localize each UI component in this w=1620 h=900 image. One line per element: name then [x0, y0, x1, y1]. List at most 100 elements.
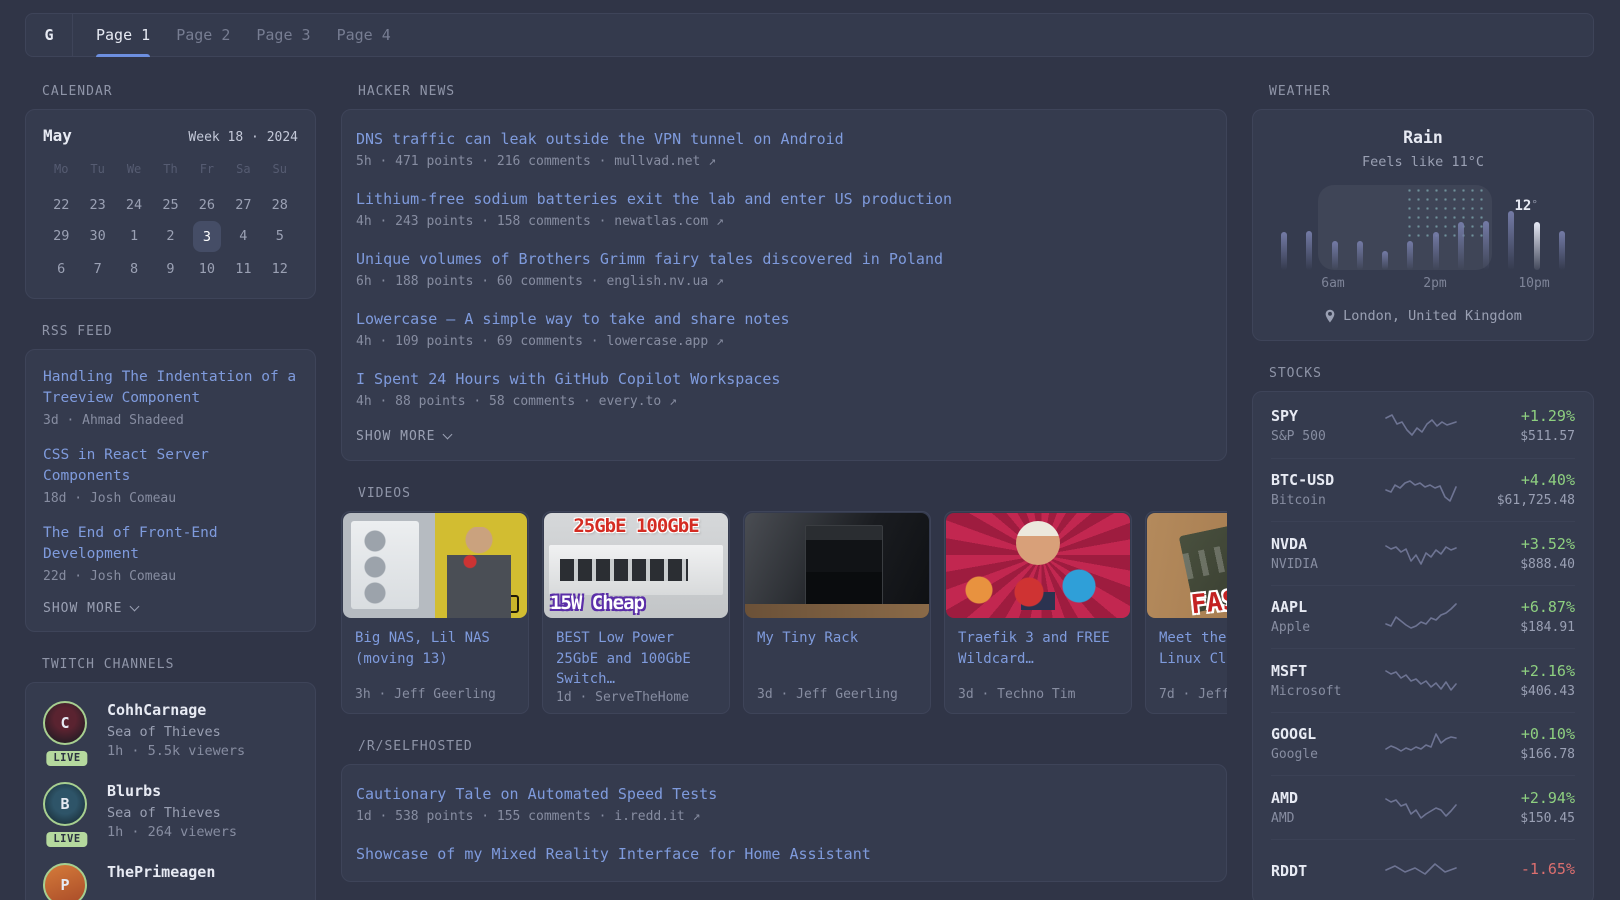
stock-price: $61,725.48: [1496, 493, 1575, 509]
video-card[interactable]: LIL NAS Big NAS, Lil NAS (moving 13) 3h …: [341, 511, 529, 714]
dashboard-page: G Page 1 Page 2 Page 3 Page 4 CALENDAR M…: [0, 0, 1620, 900]
stock-change-percent: -1.65%: [1520, 859, 1575, 878]
right-column: WEATHER Rain Feels like 11°C 12° 6am 2pm…: [1252, 84, 1594, 900]
stock-id: NVDA NVIDIA: [1271, 535, 1385, 572]
stock-row[interactable]: AAPL Apple +6.87% $184.91: [1271, 584, 1575, 649]
hn-show-more-button[interactable]: SHOW MORE: [356, 429, 1212, 444]
rss-item-link[interactable]: Handling The Indentation of a Treeview C…: [43, 367, 298, 409]
hn-item-link[interactable]: DNS traffic can leak outside the VPN tun…: [356, 129, 1212, 150]
hn-item-link[interactable]: Unique volumes of Brothers Grimm fairy t…: [356, 249, 1212, 270]
stock-price: $888.40: [1520, 556, 1575, 572]
video-meta: 7d · Jeff: [1159, 687, 1227, 702]
weather-bar: [1407, 241, 1414, 270]
calendar-weekday: Sa: [236, 162, 251, 176]
stock-row[interactable]: NVDA NVIDIA +3.52% $888.40: [1271, 521, 1575, 585]
stock-row[interactable]: GOOGL Google +0.10% $166.78: [1271, 711, 1575, 776]
video-title-link[interactable]: Meet the Linux Clu: [1159, 628, 1227, 669]
weather-bar: [1356, 241, 1363, 270]
video-card-body: My Tiny Rack 3d · Jeff Geerling: [744, 619, 930, 713]
video-card[interactable]: My Tiny Rack 3d · Jeff Geerling: [743, 511, 931, 714]
calendar-day: 25: [162, 196, 179, 213]
twitch-channel-info: ThePrimeagen: [107, 863, 215, 900]
hn-item: Lithium-free sodium batteries exit the l…: [356, 189, 1212, 229]
weather-section: WEATHER Rain Feels like 11°C 12° 6am 2pm…: [1252, 84, 1594, 341]
stock-id: GOOGL Google: [1271, 725, 1385, 762]
rss-item-link[interactable]: CSS in React Server Components: [43, 445, 298, 487]
calendar-day: 2: [166, 227, 175, 244]
weather-widget: Rain Feels like 11°C 12° 6am 2pm 10pm Lo…: [1252, 109, 1594, 341]
hacker-news-section-label: HACKER NEWS: [358, 84, 456, 99]
weather-bar: [1281, 231, 1287, 270]
stock-id: AMD AMD: [1271, 789, 1385, 826]
page-tab[interactable]: Page 1: [96, 14, 151, 57]
video-card[interactable]: 25GbE 100GbE 15W Cheap BEST Low Power 25…: [542, 511, 730, 714]
page-tab[interactable]: Page 2: [176, 14, 230, 56]
twitch-channel-row[interactable]: P ThePrimeagen: [43, 863, 298, 900]
video-meta: 3d · Techno Tim: [958, 687, 1076, 702]
stock-ticker: BTC-USD: [1271, 471, 1335, 490]
hn-item: DNS traffic can leak outside the VPN tun…: [356, 129, 1212, 169]
reddit-item-meta: 1d · 538 points · 155 comments · i.redd.…: [356, 809, 701, 824]
page-tab-label: Page 3: [256, 26, 311, 44]
thumbnail-overlay-text-bottom: LIL NAS: [452, 595, 519, 613]
rss-section: RSS FEED Handling The Indentation of a T…: [25, 324, 316, 632]
stock-row[interactable]: BTC-USD Bitcoin +4.40% $61,725.48: [1271, 457, 1575, 522]
stock-company-name: Google: [1271, 747, 1318, 763]
video-title-link[interactable]: My Tiny Rack: [757, 628, 917, 649]
stock-values: +4.40% $61,725.48: [1463, 471, 1575, 508]
calendar-day: 27: [235, 196, 252, 213]
video-title-link[interactable]: Traefik 3 and FREE Wildcard…: [958, 628, 1118, 669]
video-title-link[interactable]: Big NAS, Lil NAS (moving 13): [355, 628, 515, 669]
weather-bar: [1558, 230, 1565, 270]
hn-item-link[interactable]: Lowercase – A simple way to take and sha…: [356, 309, 1212, 330]
rss-item-meta: 3d · Ahmad Shadeed: [43, 413, 184, 428]
stock-change-percent: +2.16%: [1520, 661, 1575, 680]
thumbnail-overlay-text-top: 25GbE 100GbE: [573, 515, 699, 537]
page-tab-label: Page 4: [336, 26, 391, 44]
video-title-link[interactable]: BEST Low Power 25GbE and 100GbE Switch…: [556, 628, 716, 690]
page-tab[interactable]: Page 4: [337, 14, 391, 56]
reddit-item-link[interactable]: Showcase of my Mixed Reality Interface f…: [356, 844, 1212, 865]
live-badge: LIVE: [46, 832, 88, 847]
weather-bar: [1483, 220, 1490, 270]
video-thumbnail: LIL NAS: [343, 513, 527, 618]
hn-item-meta: 5h · 471 points · 216 comments · mullvad…: [356, 154, 717, 169]
twitch-channel-row[interactable]: C LIVE CohhCarnage Sea of Thieves 1h · 5…: [43, 701, 298, 766]
weather-section-label: WEATHER: [1269, 84, 1331, 99]
video-card[interactable]: FAS Meet the Linux Clu 7d · Jeff: [1145, 511, 1227, 714]
videos-row: LIL NAS Big NAS, Lil NAS (moving 13) 3h …: [341, 511, 1227, 714]
rss-show-more-button[interactable]: SHOW MORE: [43, 601, 298, 616]
reddit-item-link[interactable]: Cautionary Tale on Automated Speed Tests: [356, 784, 1212, 805]
hn-item-link[interactable]: I Spent 24 Hours with GitHub Copilot Wor…: [356, 369, 1212, 390]
weather-condition: Rain: [1403, 128, 1443, 147]
calendar-day: 11: [235, 260, 252, 277]
app-logo[interactable]: G: [26, 14, 73, 56]
calendar-day: 5: [275, 227, 284, 244]
stock-row[interactable]: MSFT Microsoft +2.16% $406.43: [1271, 648, 1575, 712]
stock-change-percent: +6.87%: [1520, 598, 1575, 617]
calendar-weekday: Mo: [53, 162, 69, 176]
calendar-header: May Week 18 · 2024: [43, 126, 298, 145]
twitch-channel-name: CohhCarnage: [107, 701, 207, 719]
stock-change-percent: +3.52%: [1520, 534, 1575, 553]
rss-item-link[interactable]: The End of Front-End Development: [43, 523, 298, 565]
twitch-avatar-wrap: C LIVE: [43, 701, 91, 766]
page-tab[interactable]: Page 3: [256, 14, 310, 56]
rss-section-label: RSS FEED: [42, 324, 113, 339]
calendar-week-year: Week 18 · 2024: [188, 130, 298, 145]
page-tabs: Page 1 Page 2 Page 3 Page 4: [96, 14, 391, 57]
weather-time-axis: 6am 2pm 10pm: [1273, 276, 1573, 293]
twitch-section: TWITCH CHANNELS C LIVE CohhCarnage Sea o…: [25, 657, 316, 900]
twitch-channel-viewers: 1h · 264 viewers: [107, 824, 238, 840]
twitch-channel-row[interactable]: B LIVE Blurbs Sea of Thieves 1h · 264 vi…: [43, 782, 298, 847]
twitch-channel-game: Sea of Thieves: [107, 805, 221, 821]
video-meta: 1d · ServeTheHome: [556, 689, 690, 705]
stock-row[interactable]: SPY S&P 500 +1.29% $511.57: [1271, 394, 1575, 458]
calendar-weekday: Th: [163, 162, 178, 176]
rss-item: The End of Front-End Development 22d · J…: [43, 523, 298, 584]
stock-row[interactable]: RDDT -1.65%: [1271, 838, 1575, 900]
video-card[interactable]: Traefik 3 and FREE Wildcard… 3d · Techno…: [944, 511, 1132, 714]
stock-row[interactable]: AMD AMD +2.94% $150.45: [1271, 775, 1575, 839]
hn-item-link[interactable]: Lithium-free sodium batteries exit the l…: [356, 189, 1212, 210]
twitch-channel-game: Sea of Thieves: [107, 724, 221, 740]
